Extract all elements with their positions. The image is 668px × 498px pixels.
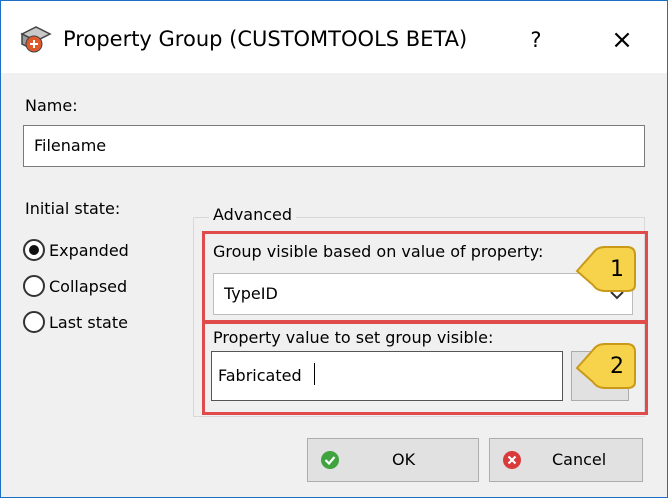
window-title: Property Group (CUSTOMTOOLS BETA) xyxy=(63,27,468,51)
ok-button[interactable]: OK xyxy=(307,438,479,482)
radio-button[interactable] xyxy=(23,311,45,333)
radio-expanded[interactable]: Expanded xyxy=(23,237,129,263)
title-bar: Property Group (CUSTOMTOOLS BETA) ? × xyxy=(1,1,667,73)
cancel-circle-icon xyxy=(503,451,521,469)
help-button[interactable]: ? xyxy=(519,23,553,57)
advanced-groupbox-title: Advanced xyxy=(209,205,297,224)
radio-label-expanded: Expanded xyxy=(49,240,129,260)
property-group-dialog: Property Group (CUSTOMTOOLS BETA) ? × Na… xyxy=(0,0,668,498)
radio-button[interactable] xyxy=(23,275,45,297)
radio-label-collapsed: Collapsed xyxy=(49,276,128,296)
customtools-app-icon xyxy=(20,26,52,53)
callout-number-1: 1 xyxy=(610,257,624,282)
radio-last-state[interactable]: Last state xyxy=(23,309,128,335)
property-value-label: Property value to set group visible: xyxy=(213,328,494,347)
radio-label-last-state: Last state xyxy=(49,312,128,332)
radio-collapsed[interactable]: Collapsed xyxy=(23,273,127,299)
property-value-input[interactable]: Fabricated xyxy=(211,351,563,401)
check-circle-icon xyxy=(321,451,339,469)
radio-button-checked[interactable] xyxy=(23,239,45,261)
group-visible-property-select[interactable]: TypeID xyxy=(213,273,633,315)
name-input[interactable]: Filename xyxy=(23,125,645,167)
group-visible-label: Group visible based on value of property… xyxy=(213,242,544,261)
ok-button-label: OK xyxy=(392,450,416,469)
text-caret xyxy=(314,363,315,385)
name-label: Name: xyxy=(25,96,78,115)
cancel-button[interactable]: Cancel xyxy=(489,438,643,482)
callout-number-2: 2 xyxy=(610,354,624,379)
cancel-button-label: Cancel xyxy=(552,450,607,469)
close-button[interactable]: × xyxy=(605,23,639,57)
initial-state-label: Initial state: xyxy=(25,199,121,218)
